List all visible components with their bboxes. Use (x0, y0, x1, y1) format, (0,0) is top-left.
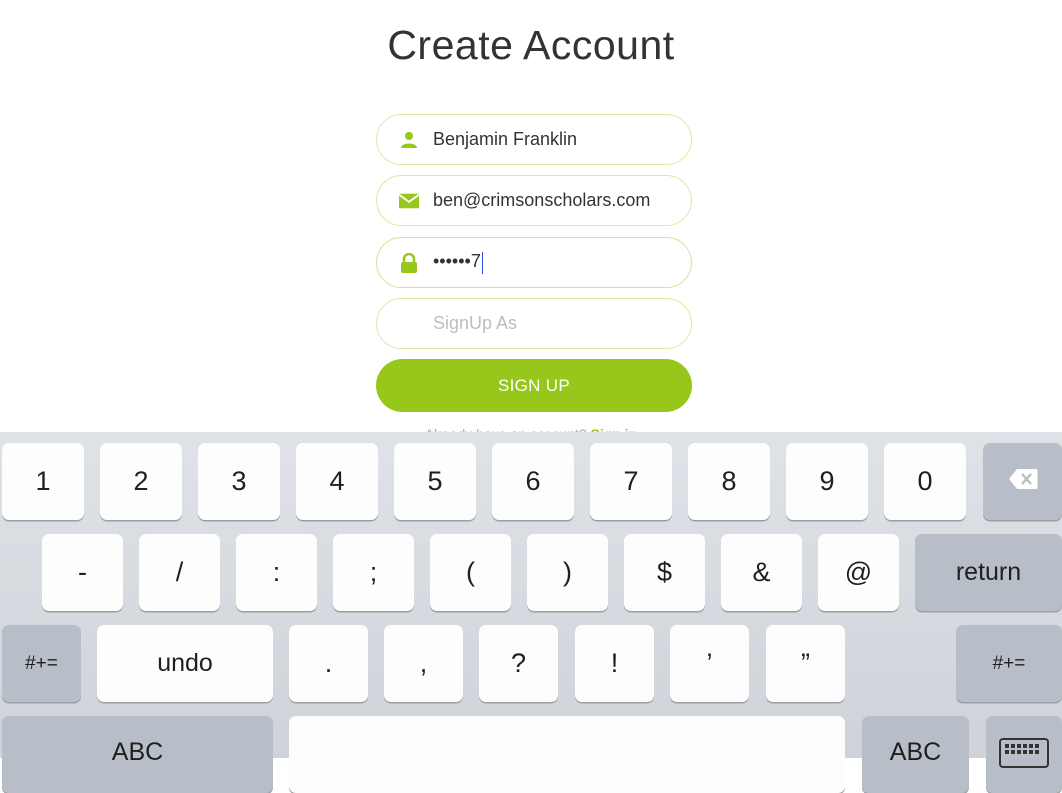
key-quote[interactable]: ” (766, 625, 845, 702)
signup-as-select[interactable]: SignUp As (376, 298, 692, 349)
password-field[interactable]: ••••••7 (376, 237, 692, 288)
email-field[interactable]: ben@crimsonscholars.com (376, 175, 692, 226)
key-2[interactable]: 2 (100, 443, 182, 520)
text-caret (481, 251, 484, 274)
mail-icon (399, 191, 419, 211)
name-field-value: Benjamin Franklin (433, 129, 578, 149)
symbols-toggle-right[interactable]: #+= (956, 625, 1062, 702)
key-slash[interactable]: / (139, 534, 220, 611)
key-5[interactable]: 5 (394, 443, 476, 520)
key-0[interactable]: 0 (884, 443, 966, 520)
user-icon (399, 130, 419, 150)
key-8[interactable]: 8 (688, 443, 770, 520)
key-question[interactable]: ? (479, 625, 558, 702)
backspace-icon (1008, 466, 1038, 497)
page-title: Create Account (387, 22, 675, 68)
key-colon[interactable]: : (236, 534, 317, 611)
symbols-toggle-left[interactable]: #+= (2, 625, 81, 702)
password-last-char: 7 (470, 251, 481, 272)
key-1[interactable]: 1 (2, 443, 84, 520)
key-apostrophe[interactable]: ’ (670, 625, 749, 702)
email-field-value: ben@crimsonscholars.com (433, 190, 651, 210)
key-6[interactable]: 6 (492, 443, 574, 520)
delete-key[interactable] (983, 443, 1062, 520)
key-close-paren[interactable]: ) (527, 534, 608, 611)
key-comma[interactable]: , (384, 625, 463, 702)
on-screen-keyboard: 1 2 3 4 5 6 7 8 9 0 - / : ; ( ) $ & @ re… (0, 432, 1062, 793)
key-period[interactable]: . (289, 625, 368, 702)
undo-key[interactable]: undo (97, 625, 273, 702)
hide-keyboard-key[interactable] (986, 716, 1062, 793)
password-field-value: ••••••7 (433, 251, 484, 274)
key-at[interactable]: @ (818, 534, 899, 611)
key-dollar[interactable]: $ (624, 534, 705, 611)
key-4[interactable]: 4 (296, 443, 378, 520)
key-ampersand[interactable]: & (721, 534, 802, 611)
abc-key-left[interactable]: ABC (2, 716, 273, 793)
return-key[interactable]: return (915, 534, 1062, 611)
abc-key-right[interactable]: ABC (862, 716, 969, 793)
signup-as-placeholder: SignUp As (433, 313, 518, 333)
name-field[interactable]: Benjamin Franklin (376, 114, 692, 165)
key-7[interactable]: 7 (590, 443, 672, 520)
key-3[interactable]: 3 (198, 443, 280, 520)
space-bar[interactable] (289, 716, 845, 793)
key-hyphen[interactable]: - (42, 534, 123, 611)
key-9[interactable]: 9 (786, 443, 868, 520)
password-mask: •••••• (433, 251, 471, 272)
sign-up-button[interactable]: SIGN UP (376, 359, 692, 412)
key-open-paren[interactable]: ( (430, 534, 511, 611)
keyboard-icon (999, 738, 1049, 775)
key-exclamation[interactable]: ! (575, 625, 654, 702)
key-semicolon[interactable]: ; (333, 534, 414, 611)
lock-icon (399, 252, 419, 273)
